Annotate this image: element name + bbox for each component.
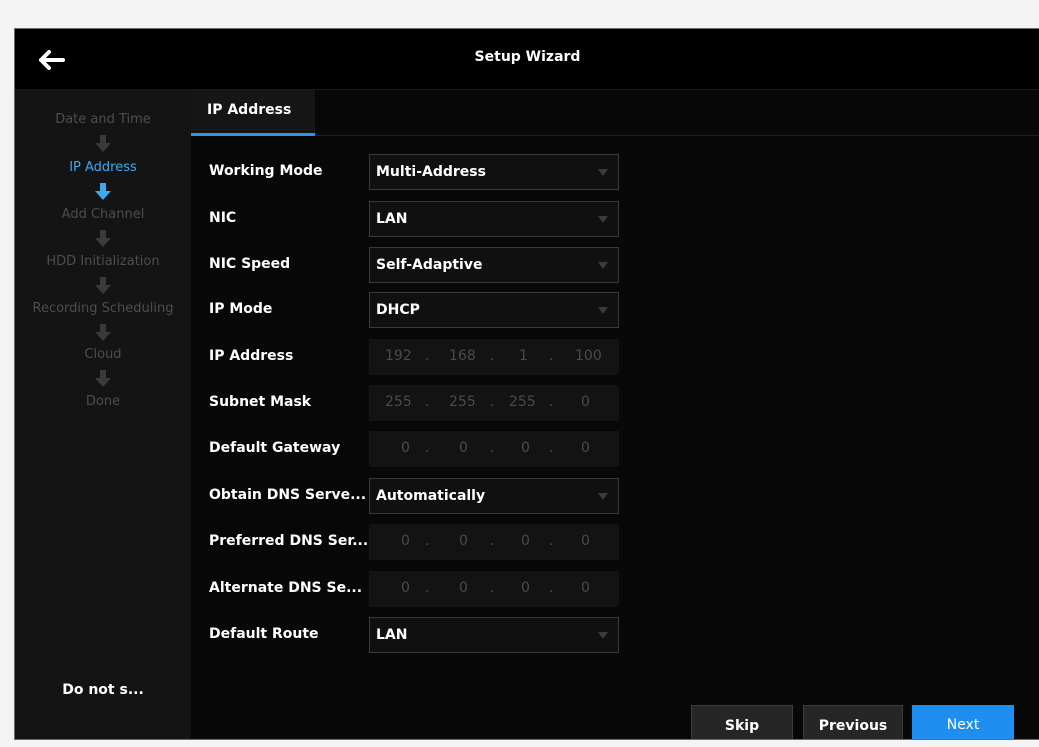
ip-octet: 0 [401, 580, 410, 596]
default-gateway-label: Default Gateway [209, 440, 341, 456]
chevron-down-icon [598, 262, 608, 269]
next-button[interactable]: Next [912, 705, 1014, 739]
nic-speed-label: NIC Speed [209, 256, 291, 272]
arrow-down-icon [95, 277, 111, 294]
working-mode-label: Working Mode [209, 163, 323, 179]
arrow-down-icon [95, 135, 111, 152]
ip-mode-value: DHCP [376, 302, 420, 318]
subnet-mask-label: Subnet Mask [209, 394, 312, 410]
ip-separator: . [549, 348, 554, 364]
ip-separator: . [490, 440, 495, 456]
ip-octet: 0 [459, 440, 468, 456]
step-done: Done [85, 394, 121, 409]
alternate-dns-input[interactable]: 0 . 0 . 0 . 0 [369, 571, 619, 607]
ip-octet: 168 [449, 348, 476, 364]
ip-separator: . [490, 580, 495, 596]
ip-octet: 192 [385, 348, 412, 364]
tab-ip-address[interactable]: IP Address [191, 90, 315, 136]
ip-octet: 255 [385, 394, 412, 410]
chevron-down-icon [598, 632, 608, 639]
ip-octet: 0 [581, 533, 590, 549]
previous-button[interactable]: Previous [803, 705, 903, 739]
step-hdd-initialization: HDD Initialization [46, 254, 160, 269]
preferred-dns-label: Preferred DNS Ser... [209, 533, 369, 549]
ip-separator: . [425, 440, 430, 456]
default-route-label: Default Route [209, 626, 319, 642]
ip-mode-label: IP Mode [209, 301, 273, 317]
ip-octet: 100 [575, 348, 602, 364]
tab-bar: IP Address [191, 90, 1039, 136]
default-route-value: LAN [376, 627, 408, 643]
ip-separator: . [549, 580, 554, 596]
step-date-and-time: Date and Time [55, 112, 151, 127]
ip-address-label: IP Address [209, 348, 294, 364]
ip-separator: . [425, 533, 430, 549]
step-cloud: Cloud [84, 347, 122, 362]
obtain-dns-label: Obtain DNS Serve... [209, 487, 367, 503]
ip-octet: 255 [449, 394, 476, 410]
arrow-down-icon [95, 230, 111, 247]
chevron-down-icon [598, 493, 608, 500]
ip-octet: 0 [401, 440, 410, 456]
ip-address-input[interactable]: 192 . 168 . 1 . 100 [369, 339, 619, 375]
ip-octet: 0 [581, 394, 590, 410]
ip-separator: . [549, 440, 554, 456]
ip-octet: 1 [519, 348, 528, 364]
arrow-down-icon [95, 324, 111, 341]
nic-speed-dropdown[interactable]: Self-Adaptive [369, 247, 619, 283]
subnet-mask-input[interactable]: 255 . 255 . 255 . 0 [369, 385, 619, 421]
chevron-down-icon [598, 307, 608, 314]
ip-separator: . [490, 348, 495, 364]
ip-separator: . [549, 394, 554, 410]
setup-wizard-window: Setup Wizard Date and Time IP Address Ad… [14, 28, 1039, 740]
ip-separator: . [490, 533, 495, 549]
nic-label: NIC [209, 210, 237, 226]
header-bar: Setup Wizard [15, 29, 1039, 90]
ip-octet: 0 [459, 580, 468, 596]
page-title: Setup Wizard [474, 49, 581, 65]
obtain-dns-dropdown[interactable]: Automatically [369, 478, 619, 514]
ip-octet: 0 [581, 440, 590, 456]
ip-separator: . [425, 348, 430, 364]
nic-speed-value: Self-Adaptive [376, 257, 483, 273]
arrow-down-icon [95, 183, 111, 200]
default-gateway-input[interactable]: 0 . 0 . 0 . 0 [369, 431, 619, 467]
ip-octet: 255 [509, 394, 536, 410]
ip-octet: 0 [521, 580, 530, 596]
nic-dropdown[interactable]: LAN [369, 201, 619, 237]
arrow-down-icon [95, 370, 111, 387]
ip-octet: 0 [581, 580, 590, 596]
ip-octet: 0 [521, 533, 530, 549]
ip-octet: 0 [521, 440, 530, 456]
working-mode-dropdown[interactable]: Multi-Address [369, 154, 619, 190]
preferred-dns-input[interactable]: 0 . 0 . 0 . 0 [369, 524, 619, 560]
main-panel: IP Address Working Mode Multi-Address NI… [191, 90, 1039, 739]
do-not-show-again-checkbox[interactable]: Do not s... [15, 682, 191, 698]
ip-separator: . [490, 394, 495, 410]
working-mode-value: Multi-Address [376, 164, 486, 180]
ip-separator: . [425, 394, 430, 410]
chevron-down-icon [598, 216, 608, 223]
step-add-channel: Add Channel [61, 207, 145, 222]
ip-mode-dropdown[interactable]: DHCP [369, 292, 619, 328]
wizard-steps-sidebar: Date and Time IP Address Add Channel HDD… [15, 90, 191, 739]
obtain-dns-value: Automatically [376, 488, 486, 504]
ip-separator: . [425, 580, 430, 596]
skip-button[interactable]: Skip [691, 705, 793, 739]
step-ip-address: IP Address [69, 160, 137, 175]
step-recording-scheduling: Recording Scheduling [32, 301, 174, 316]
nic-value: LAN [376, 211, 408, 227]
ip-octet: 0 [401, 533, 410, 549]
chevron-down-icon [598, 169, 608, 176]
default-route-dropdown[interactable]: LAN [369, 617, 619, 653]
ip-separator: . [549, 533, 554, 549]
alternate-dns-label: Alternate DNS Se... [209, 580, 363, 596]
ip-octet: 0 [459, 533, 468, 549]
